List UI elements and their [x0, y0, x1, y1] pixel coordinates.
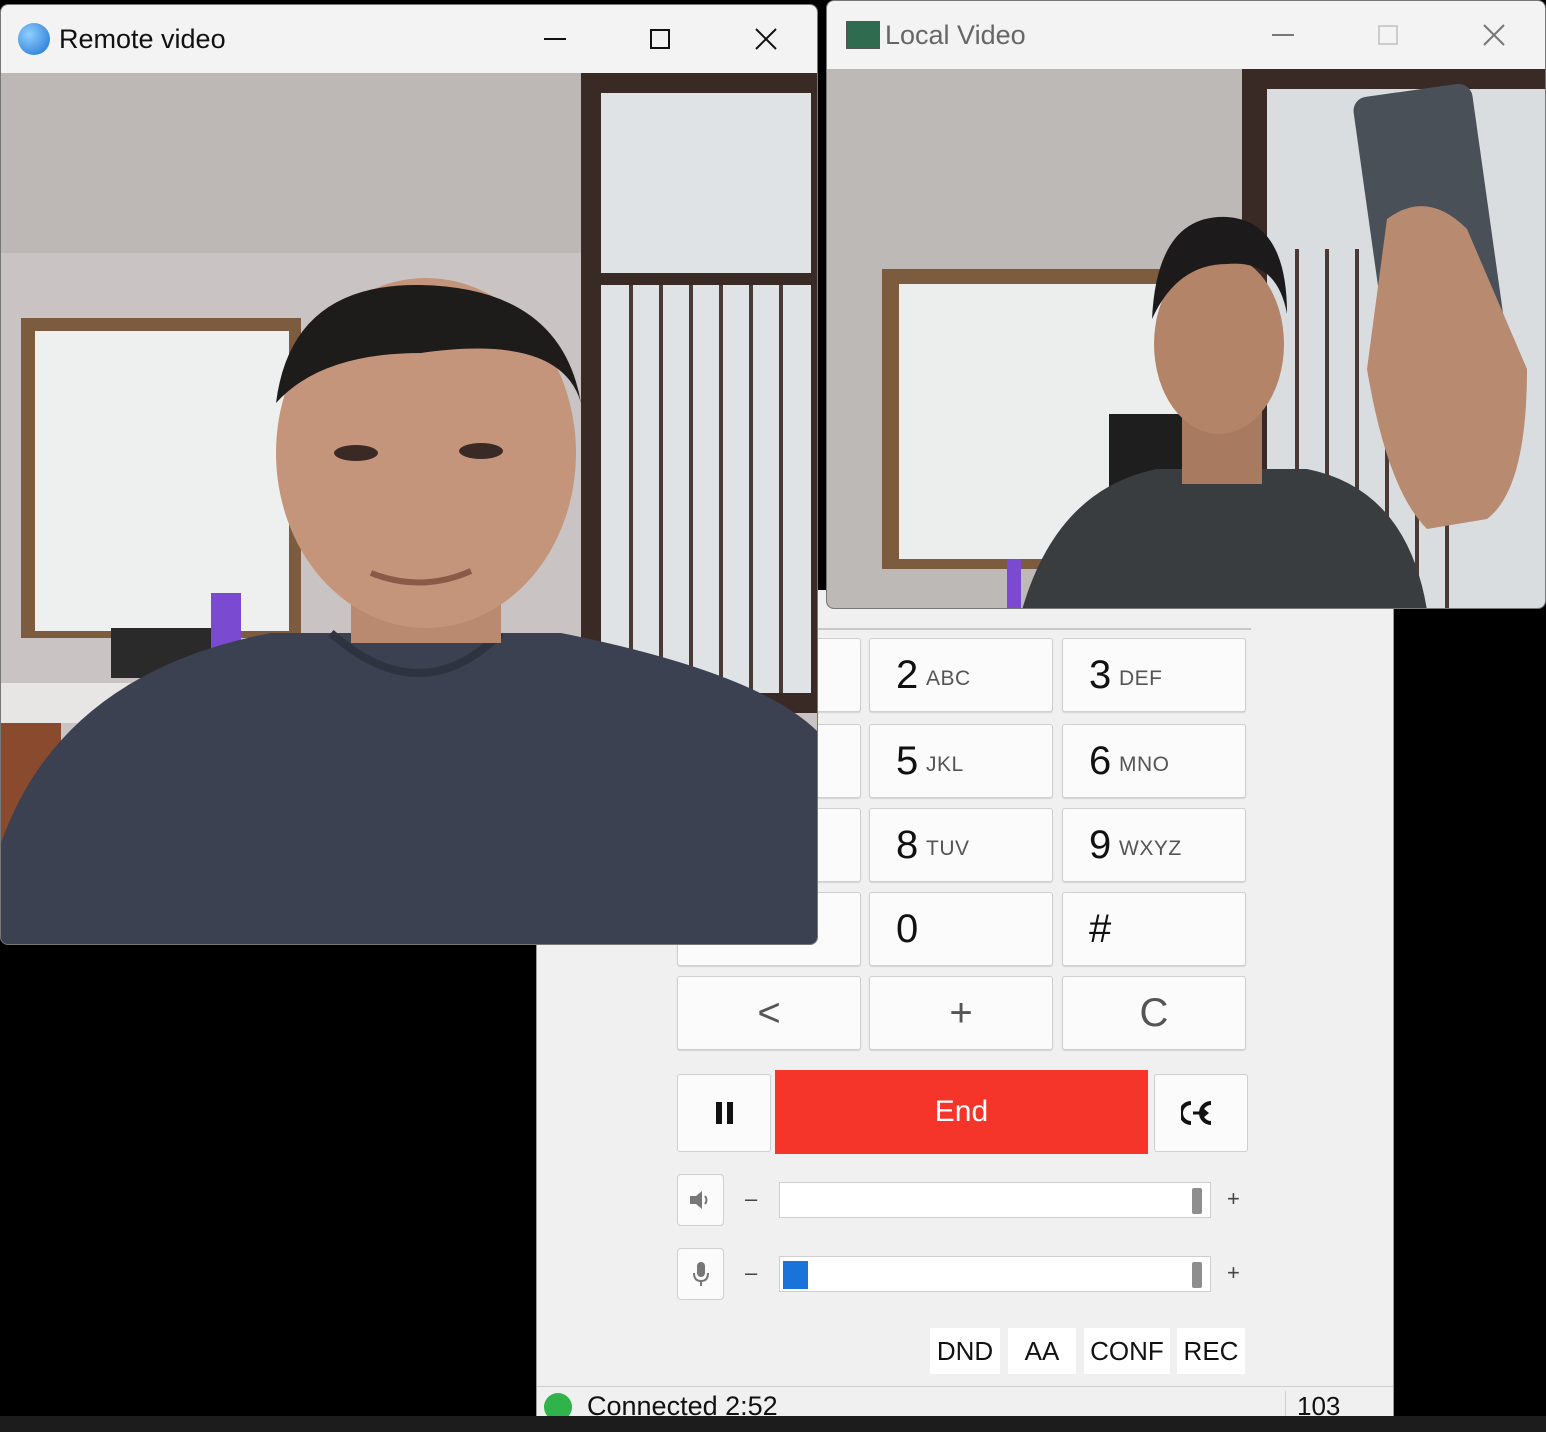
key-letters: WXYZ — [1119, 837, 1182, 860]
local-video-frame — [827, 69, 1545, 608]
end-call-label: End — [934, 1095, 989, 1128]
key-3[interactable]: 3 DEF — [1062, 638, 1246, 712]
key-hash[interactable]: # — [1062, 892, 1246, 966]
pause-icon — [715, 1102, 733, 1124]
close-button[interactable] — [726, 5, 806, 73]
maximize-button[interactable] — [620, 5, 700, 73]
local-video-window[interactable]: Local Video — [826, 0, 1546, 609]
speaker-icon — [689, 1191, 707, 1209]
key-digit: 3 — [1089, 653, 1112, 697]
end-call-button[interactable]: End — [775, 1070, 1148, 1154]
key-letters: JKL — [926, 753, 964, 776]
remote-video-window[interactable]: Remote video — [0, 4, 818, 945]
key-digit: 2 — [896, 653, 919, 697]
mic-decrease[interactable]: – — [745, 1260, 757, 1286]
auto-answer-button[interactable]: AA — [1008, 1328, 1076, 1374]
key-0[interactable]: 0 — [869, 892, 1053, 966]
minimize-icon — [544, 38, 566, 40]
maximize-button — [1348, 1, 1428, 69]
maximize-icon — [1378, 25, 1398, 45]
speaker-decrease[interactable]: – — [745, 1186, 757, 1212]
microphone-button[interactable] — [677, 1248, 724, 1300]
slider-thumb[interactable] — [1192, 1262, 1202, 1288]
key-letters: MNO — [1119, 753, 1170, 776]
key-letters: DEF — [1119, 667, 1163, 690]
slider-thumb[interactable] — [1192, 1188, 1202, 1214]
transfer-icon — [1181, 1101, 1212, 1125]
key-8[interactable]: 8 TUV — [869, 808, 1053, 882]
conference-button[interactable]: CONF — [1084, 1328, 1170, 1374]
key-letters: TUV — [926, 837, 970, 860]
key-digit: 9 — [1089, 823, 1112, 867]
video-scene — [827, 69, 1545, 608]
remote-titlebar[interactable]: Remote video — [1, 5, 817, 73]
clear-button[interactable]: C — [1062, 976, 1246, 1050]
key-2[interactable]: 2 ABC — [869, 638, 1053, 712]
video-scene — [1, 73, 817, 944]
plus-label: + — [949, 991, 973, 1035]
speaker-increase[interactable]: + — [1227, 1186, 1240, 1212]
transfer-button[interactable] — [1154, 1074, 1248, 1152]
key-digit: 0 — [896, 907, 919, 951]
backspace-label: < — [757, 991, 781, 1035]
close-icon — [755, 28, 777, 50]
key-letters: ABC — [926, 667, 971, 690]
speaker-volume-slider[interactable] — [779, 1182, 1211, 1218]
close-button[interactable] — [1454, 1, 1534, 69]
taskbar-edge — [0, 1416, 1546, 1432]
key-digit: 8 — [896, 823, 919, 867]
minimize-button[interactable] — [1243, 1, 1323, 69]
app-phone-icon — [18, 23, 50, 55]
video-app-icon — [846, 21, 880, 49]
clear-label: C — [1139, 991, 1169, 1035]
plus-button[interactable]: + — [869, 976, 1053, 1050]
local-window-title: Local Video — [885, 20, 1026, 50]
speaker-button[interactable] — [677, 1174, 724, 1226]
record-button[interactable]: REC — [1177, 1328, 1245, 1374]
key-6[interactable]: 6 MNO — [1062, 724, 1246, 798]
backspace-button[interactable]: < — [677, 976, 861, 1050]
minimize-button[interactable] — [515, 5, 595, 73]
close-icon — [1483, 24, 1505, 46]
maximize-icon — [650, 29, 670, 49]
dnd-button[interactable]: DND — [930, 1328, 1000, 1374]
remote-window-title: Remote video — [59, 24, 226, 54]
mic-increase[interactable]: + — [1227, 1260, 1240, 1286]
mic-volume-slider[interactable] — [779, 1256, 1211, 1292]
key-digit: 5 — [896, 739, 919, 783]
key-digit: # — [1089, 907, 1112, 951]
key-9[interactable]: 9 WXYZ — [1062, 808, 1246, 882]
microphone-icon — [692, 1262, 709, 1286]
local-titlebar[interactable]: Local Video — [827, 1, 1545, 69]
mic-level-bar — [783, 1261, 808, 1289]
hold-button[interactable] — [677, 1074, 771, 1152]
remote-video-frame — [1, 73, 817, 944]
key-digit: 6 — [1089, 739, 1112, 783]
minimize-icon — [1272, 34, 1294, 36]
key-5[interactable]: 5 JKL — [869, 724, 1053, 798]
